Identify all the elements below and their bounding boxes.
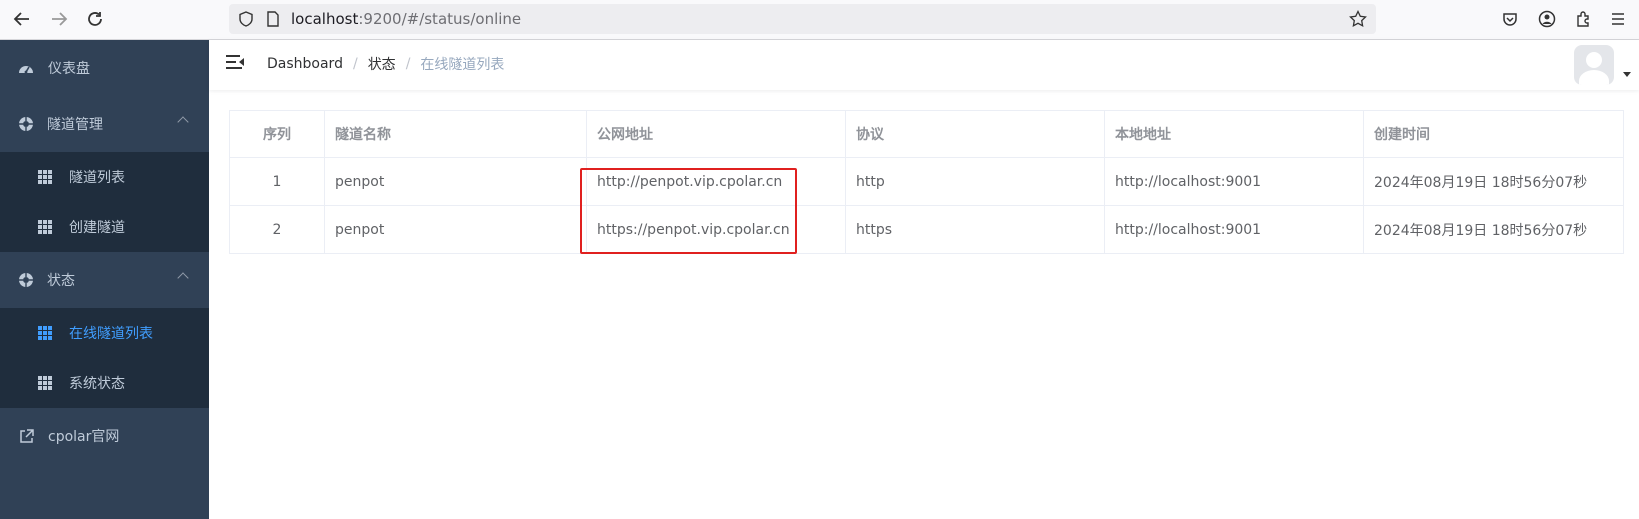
hamburger-icon[interactable] bbox=[226, 54, 244, 70]
table-cell-local-address: http://localhost:9001 bbox=[1104, 205, 1364, 254]
breadcrumb-separator: / bbox=[352, 56, 358, 72]
sidebar-item-cpolar-site[interactable]: cpolar官网 bbox=[0, 408, 209, 464]
sidebar-item-label: cpolar官网 bbox=[48, 429, 120, 445]
column-header: 序列 bbox=[229, 110, 325, 158]
sidebar-item-status[interactable]: 状态 bbox=[0, 252, 209, 308]
url-text[interactable]: localhost:9200/#/status/online bbox=[291, 10, 521, 28]
back-arrow-icon[interactable] bbox=[9, 6, 35, 32]
highlight-box bbox=[580, 168, 797, 254]
table-cell-created-time: 2024年08月19日 18时56分07秒 bbox=[1363, 205, 1624, 254]
forward-arrow-icon[interactable] bbox=[46, 6, 72, 32]
table-cell-created-time: 2024年08月19日 18时56分07秒 bbox=[1363, 157, 1624, 206]
pocket-icon[interactable] bbox=[1497, 6, 1523, 32]
table-header-row: 序列 隧道名称 公网地址 协议 本地地址 创建时间 bbox=[229, 110, 1624, 158]
table-cell-protocol: https bbox=[845, 205, 1105, 254]
table-row: 2 penpot https://penpot.vip.cpolar.cn ht… bbox=[229, 205, 1624, 254]
dashboard-icon bbox=[18, 60, 34, 76]
submenu-status: 在线隧道列表 系统状态 bbox=[0, 308, 209, 408]
table-icon bbox=[38, 220, 52, 234]
caret-down-icon[interactable] bbox=[1623, 72, 1631, 77]
table-cell-name: penpot bbox=[324, 157, 587, 206]
sidebar-item-label: 仪表盘 bbox=[48, 61, 90, 77]
column-header: 公网地址 bbox=[586, 110, 846, 158]
chevron-up-icon bbox=[177, 116, 189, 128]
column-header: 本地地址 bbox=[1104, 110, 1364, 158]
url-bar[interactable]: localhost:9200/#/status/online bbox=[229, 4, 1376, 34]
table-icon bbox=[38, 326, 52, 340]
menu-icon[interactable] bbox=[1605, 6, 1631, 32]
reload-icon[interactable] bbox=[82, 6, 108, 32]
sidebar-item-label: 状态 bbox=[47, 273, 75, 289]
shield-icon[interactable] bbox=[238, 11, 254, 31]
sidebar-item-system-status[interactable]: 系统状态 bbox=[0, 358, 209, 408]
browser-toolbar: localhost:9200/#/status/online bbox=[0, 0, 1639, 40]
account-icon[interactable] bbox=[1534, 6, 1560, 32]
table-icon bbox=[38, 376, 52, 390]
online-tunnel-table: 序列 隧道名称 公网地址 协议 本地地址 创建时间 1 penpot http:… bbox=[229, 110, 1624, 254]
table-icon bbox=[38, 170, 52, 184]
breadcrumb-status[interactable]: 状态 bbox=[368, 54, 396, 74]
sidebar-item-tunnel-management[interactable]: 隧道管理 bbox=[0, 96, 209, 152]
bookmark-star-icon[interactable] bbox=[1349, 9, 1367, 32]
column-header: 创建时间 bbox=[1363, 110, 1624, 158]
sidebar-item-label: 在线隧道列表 bbox=[69, 326, 153, 342]
sidebar: 仪表盘 隧道管理 隧道列表 创建隧道 状态 在线隧道列表 系统状态 cpolar… bbox=[0, 40, 209, 519]
lifebuoy-icon bbox=[18, 272, 34, 288]
breadcrumb-current: 在线隧道列表 bbox=[420, 57, 505, 73]
table-cell-local-address: http://localhost:9001 bbox=[1104, 157, 1364, 206]
lifebuoy-icon bbox=[18, 116, 34, 132]
navbar: Dashboard / 状态 / 在线隧道列表 bbox=[209, 40, 1639, 90]
sidebar-item-label: 创建隧道 bbox=[69, 220, 125, 236]
table-row: 1 penpot http://penpot.vip.cpolar.cn htt… bbox=[229, 157, 1624, 206]
table-cell-index: 1 bbox=[229, 157, 325, 206]
external-link-icon bbox=[18, 428, 34, 444]
table-cell-name: penpot bbox=[324, 205, 587, 254]
sidebar-item-label: 隧道列表 bbox=[69, 170, 125, 186]
extensions-icon[interactable] bbox=[1570, 6, 1596, 32]
sidebar-item-label: 隧道管理 bbox=[47, 117, 103, 133]
sidebar-item-online-tunnel-list[interactable]: 在线隧道列表 bbox=[0, 308, 209, 358]
chevron-up-icon bbox=[177, 272, 189, 284]
page-info-icon[interactable] bbox=[266, 11, 280, 31]
sidebar-item-tunnel-list[interactable]: 隧道列表 bbox=[0, 152, 209, 202]
breadcrumb-dashboard[interactable]: Dashboard bbox=[267, 56, 343, 72]
avatar[interactable] bbox=[1574, 45, 1614, 85]
sidebar-item-dashboard[interactable]: 仪表盘 bbox=[0, 40, 209, 96]
submenu-tunnel-management: 隧道列表 创建隧道 bbox=[0, 152, 209, 252]
column-header: 协议 bbox=[845, 110, 1105, 158]
table-cell-index: 2 bbox=[229, 205, 325, 254]
breadcrumb: Dashboard / 状态 / 在线隧道列表 bbox=[267, 54, 504, 74]
breadcrumb-separator: / bbox=[405, 56, 411, 72]
sidebar-item-label: 系统状态 bbox=[69, 376, 125, 392]
table-cell-protocol: http bbox=[845, 157, 1105, 206]
sidebar-item-create-tunnel[interactable]: 创建隧道 bbox=[0, 202, 209, 252]
column-header: 隧道名称 bbox=[324, 110, 587, 158]
